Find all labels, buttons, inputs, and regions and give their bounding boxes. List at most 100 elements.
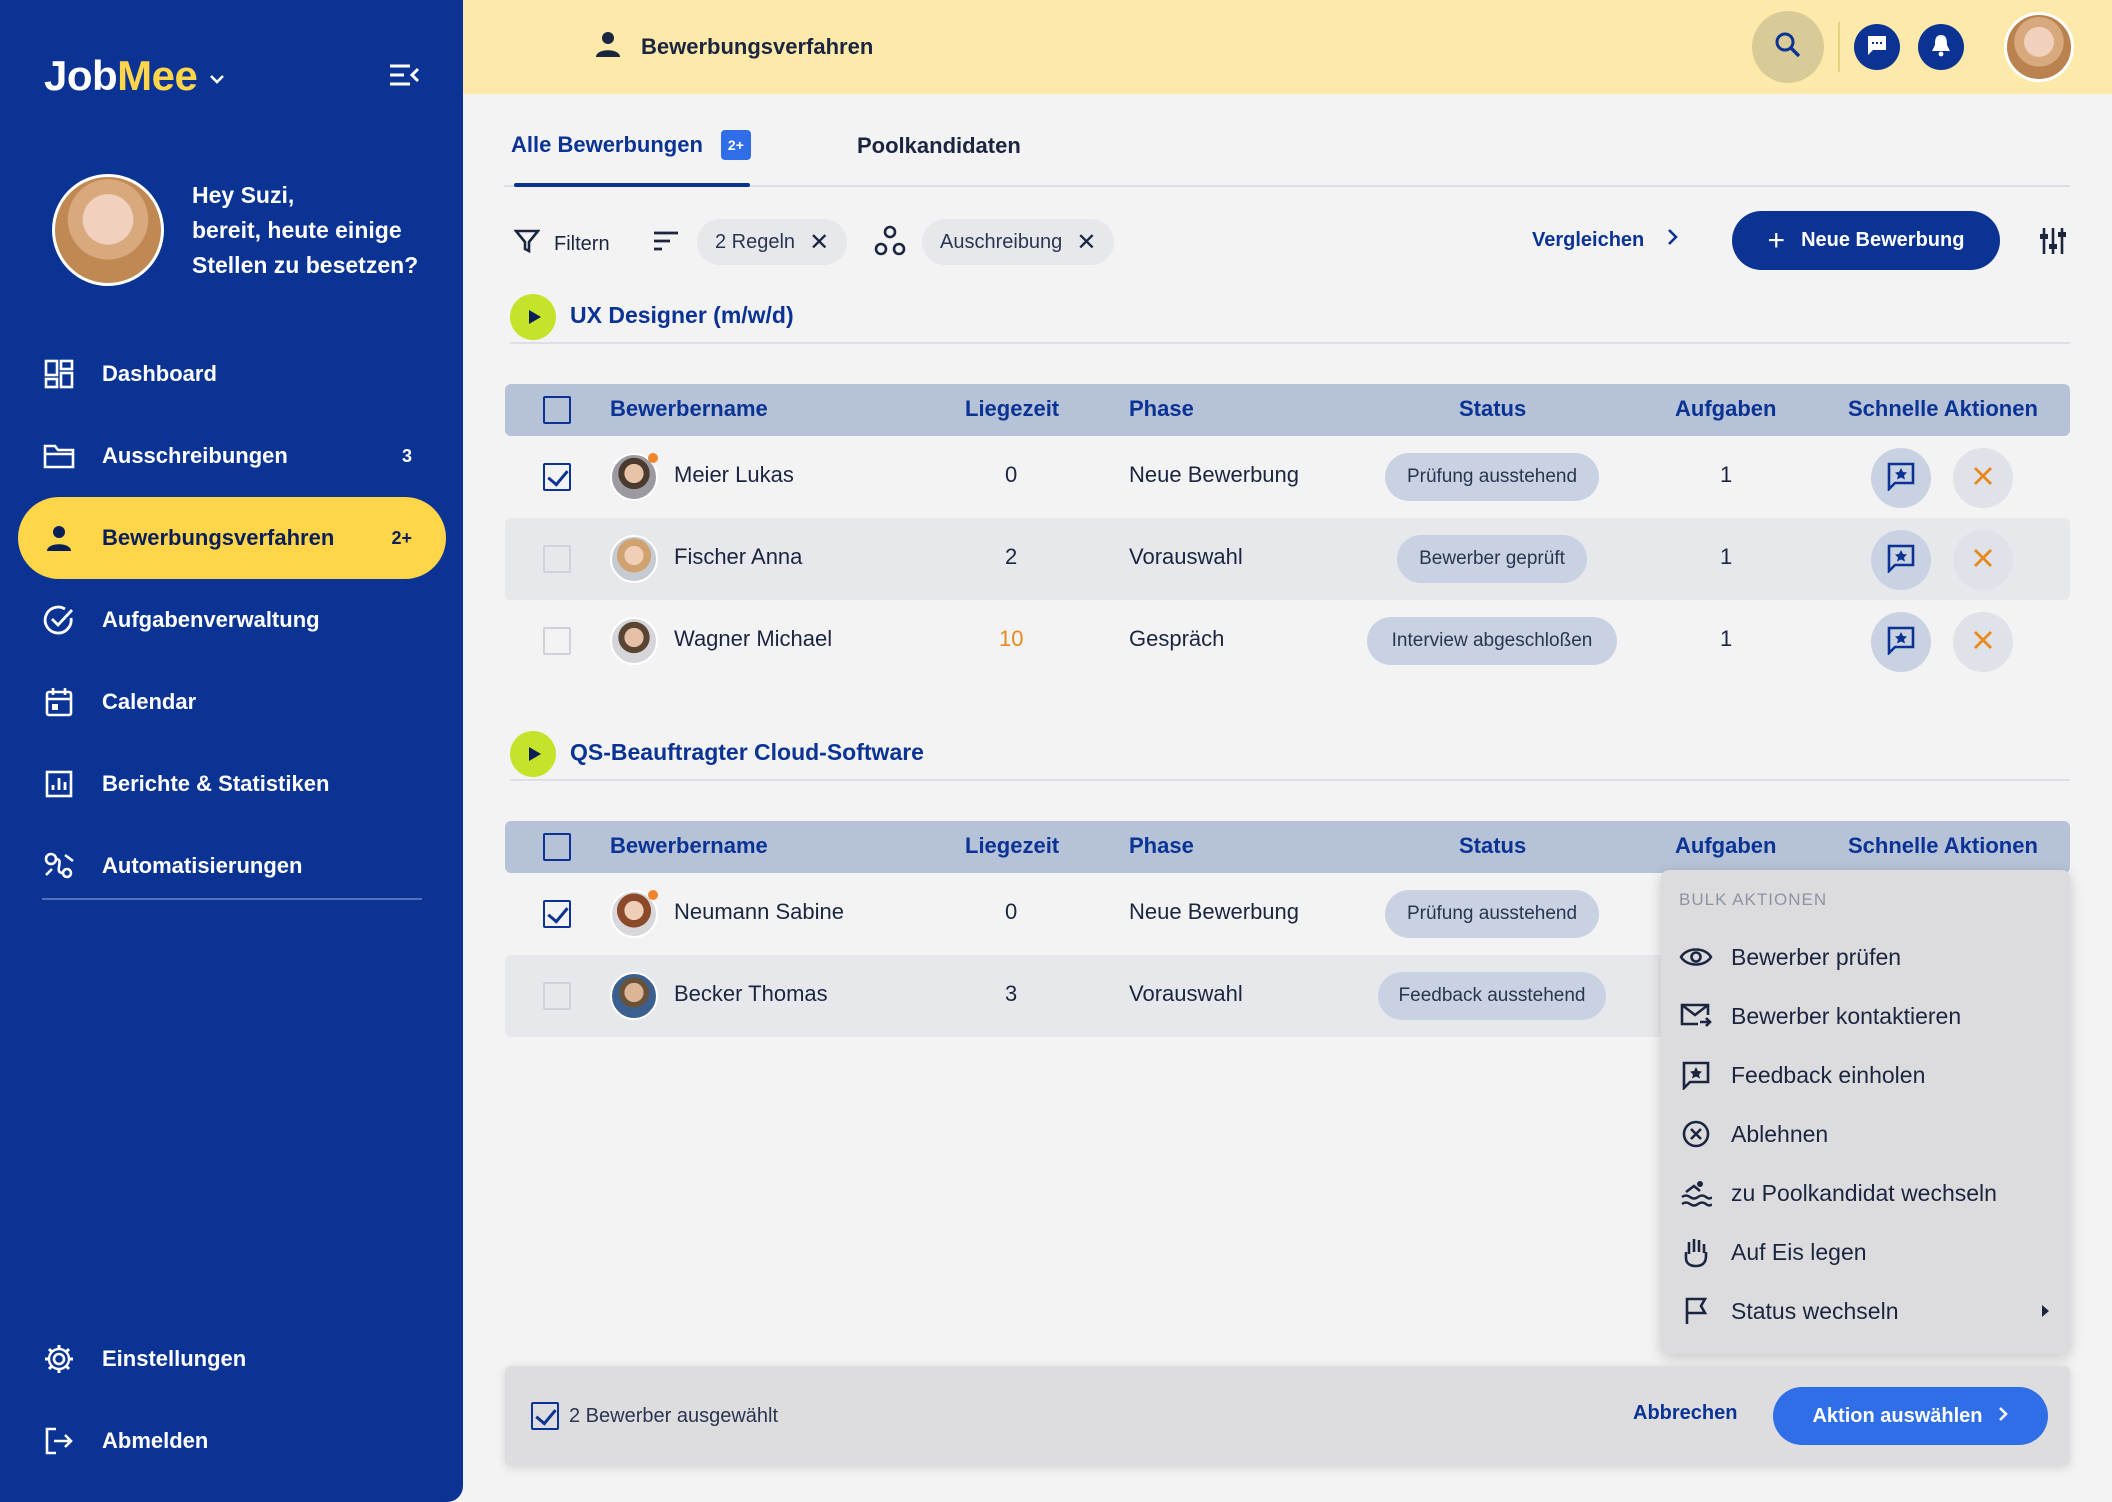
compare-button[interactable]: Vergleichen <box>1532 228 1679 252</box>
automation-icon <box>42 849 76 883</box>
waiting-time: 10 <box>999 626 1024 651</box>
active-tab-indicator <box>514 183 750 187</box>
feedback-button[interactable] <box>1871 612 1931 672</box>
bulk-item-eis[interactable]: Auf Eis legen <box>1679 1232 2049 1272</box>
sidebar-item-berichte[interactable]: Berichte & Statistiken <box>18 743 446 825</box>
compare-label: Vergleichen <box>1532 228 1645 251</box>
close-icon[interactable]: ✕ <box>809 228 829 257</box>
rules-chip[interactable]: 2 Regeln ✕ <box>697 219 848 265</box>
play-icon[interactable] <box>510 294 556 340</box>
tab-bar: Alle Bewerbungen 2+ Poolkandidaten <box>504 100 2070 187</box>
collapse-menu-icon[interactable] <box>388 62 420 88</box>
group-title[interactable]: QS-Beauftragter Cloud-Software <box>570 739 924 766</box>
bulk-item-kontaktieren[interactable]: Bewerber kontaktieren <box>1679 996 2049 1036</box>
applicant-name[interactable]: Neumann Sabine <box>674 899 844 925</box>
sidebar-item-dashboard[interactable]: Dashboard <box>18 333 446 415</box>
search-button[interactable] <box>1752 11 1824 83</box>
sidebar-item-bewerbungsverfahren[interactable]: Bewerbungsverfahren 2+ <box>18 497 446 579</box>
reject-button[interactable] <box>1953 448 2013 508</box>
task-count: 1 <box>1720 544 1733 569</box>
bulk-item-feedback[interactable]: Feedback einholen <box>1679 1055 2049 1095</box>
filter-button[interactable]: Filtern <box>513 228 610 260</box>
cancel-button[interactable]: Abbrechen <box>1633 1402 1737 1425</box>
user-greeting: Hey Suzi, bereit, heute einige Stellen z… <box>52 174 418 286</box>
play-icon[interactable] <box>510 731 556 777</box>
row-checkbox[interactable] <box>543 627 571 655</box>
chevron-down-icon[interactable] <box>209 68 225 91</box>
selection-action-bar: 2 Bewerber ausgewählt Abbrechen Aktion a… <box>505 1366 2070 1466</box>
col-status-header[interactable]: Status <box>1459 833 1526 859</box>
sidebar-item-ausschreibungen[interactable]: Ausschreibungen 3 <box>18 415 446 497</box>
cancel-circle-icon <box>1679 1117 1713 1151</box>
selection-checkbox[interactable] <box>531 1402 559 1430</box>
col-phase-header[interactable]: Phase <box>1129 833 1194 859</box>
row-checkbox[interactable] <box>543 982 571 1010</box>
feedback-star-icon <box>1886 461 1916 496</box>
table-row[interactable]: Wagner Michael 10 Gespräch Interview abg… <box>505 600 2070 682</box>
col-tasks-header[interactable]: Aufgaben <box>1675 833 1776 859</box>
row-checkbox[interactable] <box>543 900 571 928</box>
applicant-name[interactable]: Fischer Anna <box>674 544 802 570</box>
bulk-item-status[interactable]: Status wechseln <box>1679 1291 2049 1331</box>
group-title[interactable]: UX Designer (m/w/d) <box>570 302 794 329</box>
applicant-name[interactable]: Meier Lukas <box>674 462 794 488</box>
col-time-header[interactable]: Liegezeit <box>965 396 1059 422</box>
col-time-header[interactable]: Liegezeit <box>965 833 1059 859</box>
feedback-button[interactable] <box>1871 448 1931 508</box>
feedback-button[interactable] <box>1871 530 1931 590</box>
col-name-header[interactable]: Bewerbername <box>610 833 768 859</box>
avatar <box>610 535 658 583</box>
col-quick-header[interactable]: Schnelle Aktionen <box>1848 396 2038 422</box>
messages-button[interactable] <box>1854 24 1900 70</box>
greeting-line3: Stellen zu besetzen? <box>192 251 419 278</box>
table-row[interactable]: Fischer Anna 2 Vorauswahl Bewerber geprü… <box>505 518 2070 600</box>
applicant-name[interactable]: Becker Thomas <box>674 981 828 1007</box>
column-settings-icon[interactable] <box>2038 226 2068 261</box>
reject-button[interactable] <box>1953 530 2013 590</box>
tab-alle-bewerbungen[interactable]: Alle Bewerbungen 2+ <box>511 130 751 160</box>
new-application-label: Neue Bewerbung <box>1801 229 1965 251</box>
sidebar-item-automatisierungen[interactable]: Automatisierungen <box>18 825 446 907</box>
applicant-name[interactable]: Wagner Michael <box>674 626 832 652</box>
user-avatar[interactable] <box>52 174 164 286</box>
select-all-checkbox[interactable] <box>543 833 571 861</box>
filter-label: Filtern <box>554 232 610 255</box>
select-all-checkbox[interactable] <box>543 396 571 424</box>
pool-icon <box>1679 1176 1713 1210</box>
feedback-star-icon <box>1679 1058 1713 1092</box>
bulk-item-ablehnen[interactable]: Ablehnen <box>1679 1114 2049 1154</box>
topbar: Bewerbungsverfahren <box>463 0 2112 94</box>
tab-poolkandidaten[interactable]: Poolkandidaten <box>857 133 1021 159</box>
phase: Neue Bewerbung <box>1129 462 1300 487</box>
brand-logo[interactable]: Job Mee <box>44 52 225 100</box>
row-checkbox[interactable] <box>543 545 571 573</box>
row-checkbox[interactable] <box>543 463 571 491</box>
close-icon[interactable]: ✕ <box>1076 228 1096 257</box>
chevron-right-icon <box>1997 1403 2009 1429</box>
notifications-button[interactable] <box>1918 24 1964 70</box>
sidebar-item-aufgabenverwaltung[interactable]: Aufgabenverwaltung <box>18 579 446 661</box>
sidebar-item-label: Berichte & Statistiken <box>102 771 330 796</box>
col-status-header[interactable]: Status <box>1459 396 1526 422</box>
sort-icon[interactable] <box>652 229 680 253</box>
col-tasks-header[interactable]: Aufgaben <box>1675 396 1776 422</box>
sidebar-item-einstellungen[interactable]: Einstellungen <box>18 1318 446 1400</box>
bulk-item-pruefen[interactable]: Bewerber prüfen <box>1679 937 2049 977</box>
tender-chip[interactable]: Auschreibung ✕ <box>922 219 1115 265</box>
page-title-text: Bewerbungsverfahren <box>641 34 874 59</box>
caret-right-icon <box>2042 1305 2049 1317</box>
reject-button[interactable] <box>1953 612 2013 672</box>
greeting-line1: Hey Suzi, <box>192 181 295 208</box>
new-application-button[interactable]: + Neue Bewerbung <box>1732 211 2000 270</box>
group-icon[interactable] <box>874 225 906 257</box>
bulk-item-pool[interactable]: zu Poolkandidat wechseln <box>1679 1173 2049 1213</box>
table-row[interactable]: Meier Lukas 0 Neue Bewerbung Prüfung aus… <box>505 436 2070 518</box>
profile-avatar[interactable] <box>2004 12 2074 82</box>
sidebar-item-abmelden[interactable]: Abmelden <box>18 1400 446 1482</box>
sidebar-bottom-nav: Einstellungen Abmelden <box>18 1318 446 1482</box>
col-phase-header[interactable]: Phase <box>1129 396 1194 422</box>
sidebar-item-calendar[interactable]: Calendar <box>18 661 446 743</box>
choose-action-button[interactable]: Aktion auswählen <box>1773 1387 2048 1445</box>
col-name-header[interactable]: Bewerbername <box>610 396 768 422</box>
col-quick-header[interactable]: Schnelle Aktionen <box>1848 833 2038 859</box>
